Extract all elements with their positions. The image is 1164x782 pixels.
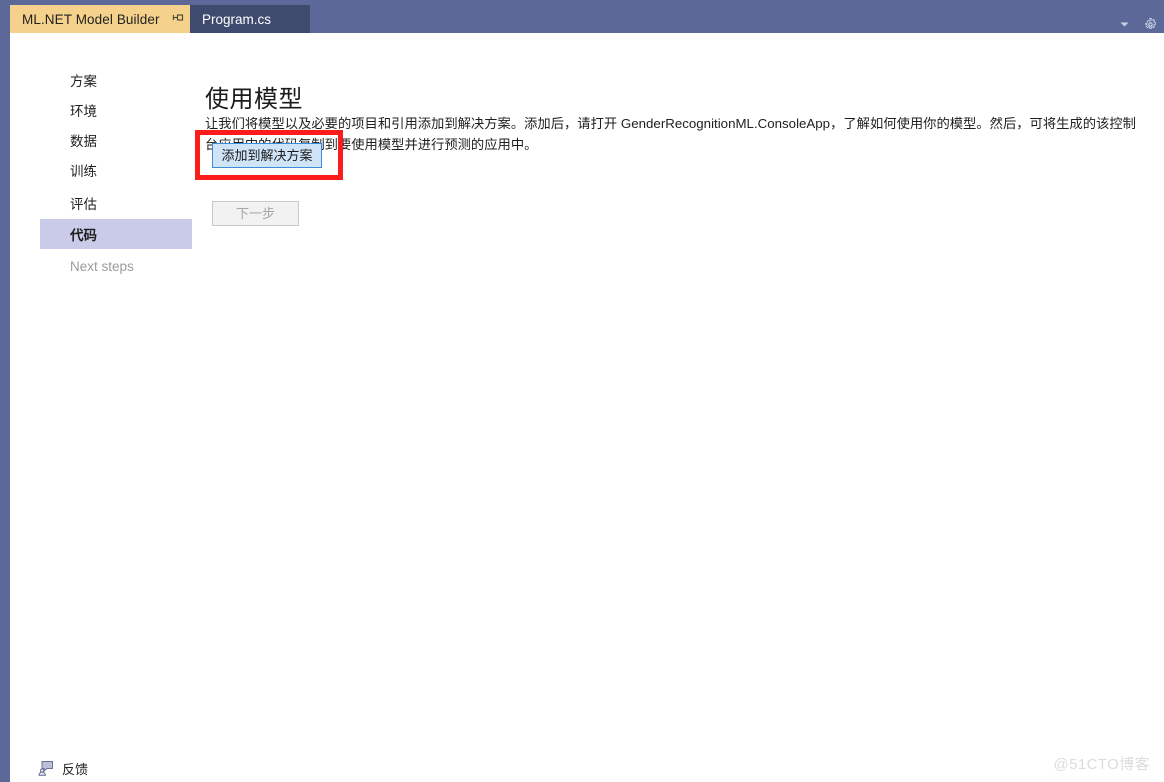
tab-label: Program.cs xyxy=(202,11,272,27)
sidebar-item-label: 评估 xyxy=(70,197,97,212)
sidebar-item-label: 数据 xyxy=(70,134,97,149)
sidebar-item-evaluate[interactable]: 评估 xyxy=(40,188,192,218)
page-title: 使用模型 xyxy=(205,86,303,114)
feedback-link[interactable]: 反馈 xyxy=(38,758,88,778)
sidebar-item-train[interactable]: 训练 xyxy=(40,155,192,185)
main-content: 使用模型 让我们将模型以及必要的项目和引用添加到解决方案。添加后，请打开 Gen… xyxy=(192,33,1164,782)
watermark: @51CTO博客 xyxy=(1053,756,1150,773)
sidebar-item-environment[interactable]: 环境 xyxy=(40,95,192,125)
sidebar-item-scenario[interactable]: 方案 xyxy=(40,65,192,95)
chevron-down-icon[interactable] xyxy=(1116,16,1132,32)
sidebar-item-label: 训练 xyxy=(70,164,97,179)
sidebar-item-label: Next steps xyxy=(70,258,134,274)
sidebar-item-label: 方案 xyxy=(70,74,97,89)
tab-strip: ML.NET Model Builder Program.cs xyxy=(0,5,1164,33)
application-window: ML.NET Model Builder Program.cs 方案 环境 数据… xyxy=(0,0,1164,782)
feedback-icon xyxy=(38,760,54,776)
sidebar-item-label: 代码 xyxy=(70,228,97,243)
step-sidebar: 方案 环境 数据 训练 评估 代码 Next steps xyxy=(10,33,192,782)
sidebar-item-data[interactable]: 数据 xyxy=(40,125,192,155)
sidebar-item-next-steps: Next steps xyxy=(40,251,192,281)
add-to-solution-button[interactable]: 添加到解决方案 xyxy=(212,143,322,168)
pin-icon[interactable] xyxy=(169,10,187,28)
tab-program-cs[interactable]: Program.cs xyxy=(190,5,310,33)
page-description: 让我们将模型以及必要的项目和引用添加到解决方案。添加后，请打开 GenderRe… xyxy=(205,116,1136,153)
sidebar-item-label: 环境 xyxy=(70,104,97,119)
gear-icon[interactable] xyxy=(1142,16,1158,32)
feedback-label: 反馈 xyxy=(62,761,89,777)
next-step-button: 下一步 xyxy=(212,201,299,226)
model-builder-page: 方案 环境 数据 训练 评估 代码 Next steps 使用模型 让我们将模型… xyxy=(10,33,1164,782)
tab-label: ML.NET Model Builder xyxy=(22,11,160,27)
sidebar-item-code[interactable]: 代码 xyxy=(40,219,192,249)
